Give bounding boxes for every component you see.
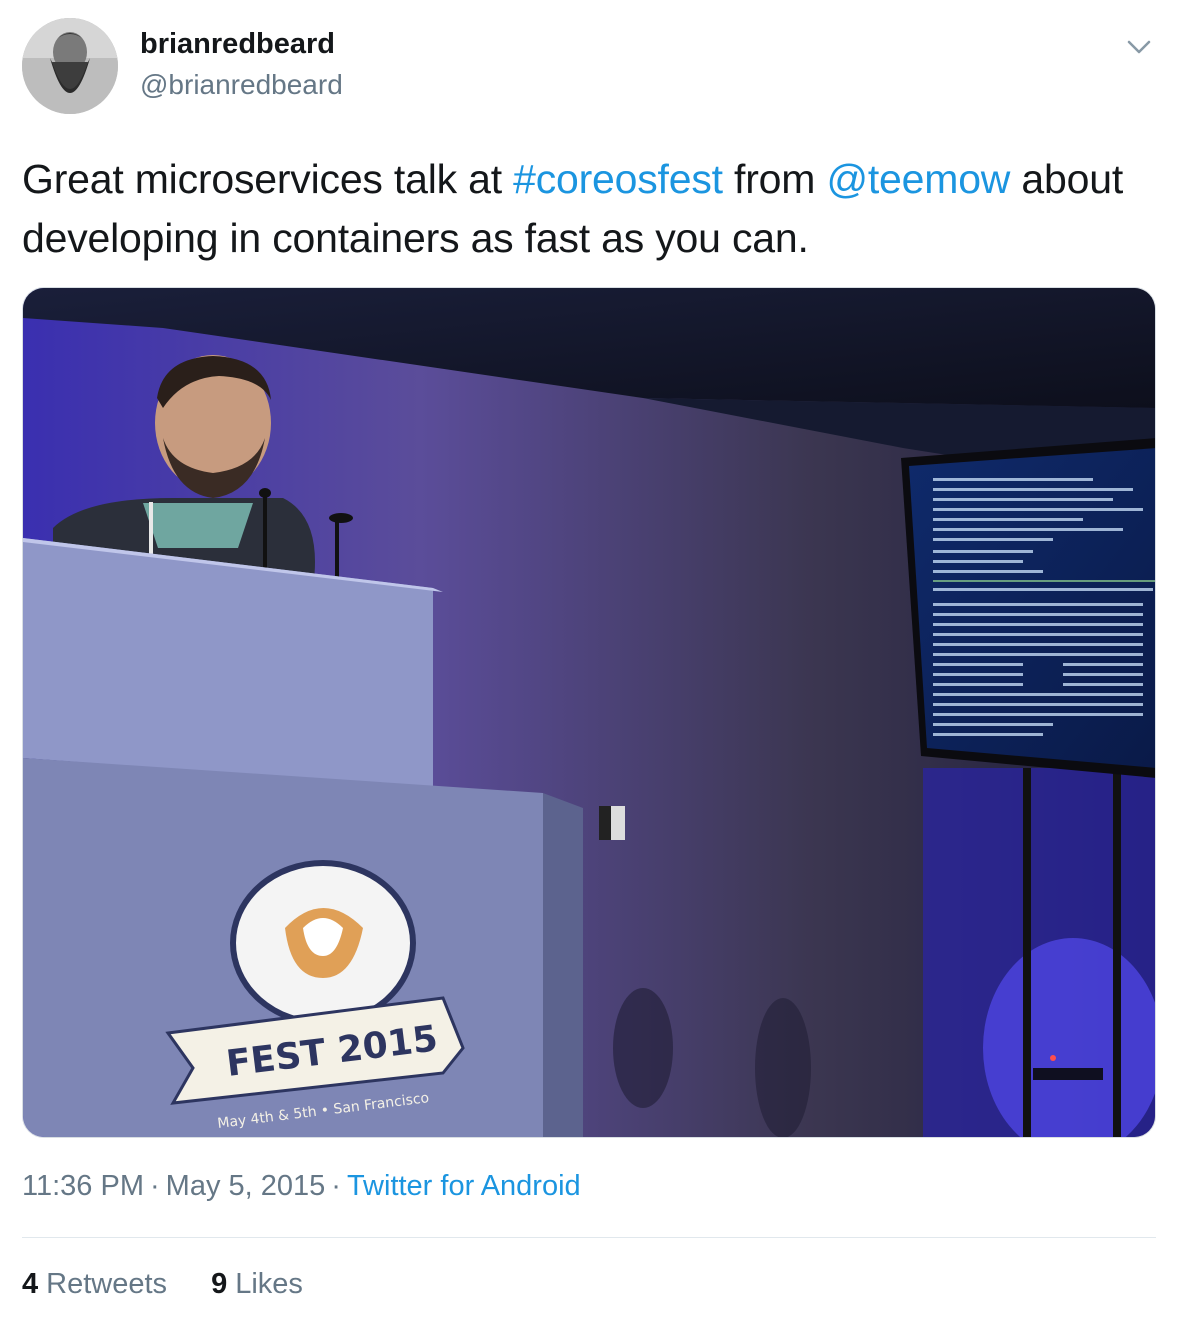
retweets-label: Retweets bbox=[46, 1268, 168, 1300]
meta-separator: · bbox=[331, 1170, 341, 1202]
tweet-meta: 11:36 PM · May 5, 2015 · Twitter for Android bbox=[22, 1170, 581, 1203]
tweet-stats: 4 Retweets 9 Likes bbox=[22, 1268, 339, 1301]
likes-stat[interactable]: 9 Likes bbox=[211, 1268, 303, 1300]
user-handle[interactable]: @brianredbeard bbox=[140, 69, 343, 101]
meta-separator: · bbox=[149, 1170, 160, 1202]
tweet-date[interactable]: May 5, 2015 bbox=[166, 1170, 326, 1202]
tweet-source-link[interactable]: Twitter for Android bbox=[347, 1170, 581, 1202]
chevron-down-icon[interactable] bbox=[1122, 30, 1156, 64]
hashtag-link[interactable]: #coreosfest bbox=[513, 156, 723, 202]
display-name[interactable]: brianredbeard bbox=[140, 28, 335, 61]
likes-label: Likes bbox=[235, 1268, 303, 1300]
tweet-header: brianredbeard @brianredbeard bbox=[22, 18, 1156, 118]
tweet-text-segment: from bbox=[722, 156, 827, 202]
conference-photo: FEST 2015 May 4th & 5th • San Francisco bbox=[23, 288, 1155, 1137]
likes-count: 9 bbox=[211, 1268, 228, 1300]
coreos-logo bbox=[230, 860, 416, 1026]
retweets-stat[interactable]: 4 Retweets bbox=[22, 1268, 167, 1300]
tweet-time[interactable]: 11:36 PM bbox=[22, 1170, 144, 1202]
avatar-image bbox=[22, 18, 118, 114]
tweet-text-segment: Great microservices talk at bbox=[22, 156, 514, 202]
retweets-count: 4 bbox=[22, 1268, 39, 1300]
mention-link[interactable]: @teemow bbox=[826, 156, 1010, 202]
avatar[interactable] bbox=[22, 18, 118, 114]
tweet-photo[interactable]: FEST 2015 May 4th & 5th • San Francisco bbox=[22, 287, 1156, 1138]
tweet-text: Great microservices talk at #coreosfest … bbox=[22, 150, 1156, 268]
divider bbox=[22, 1237, 1156, 1238]
